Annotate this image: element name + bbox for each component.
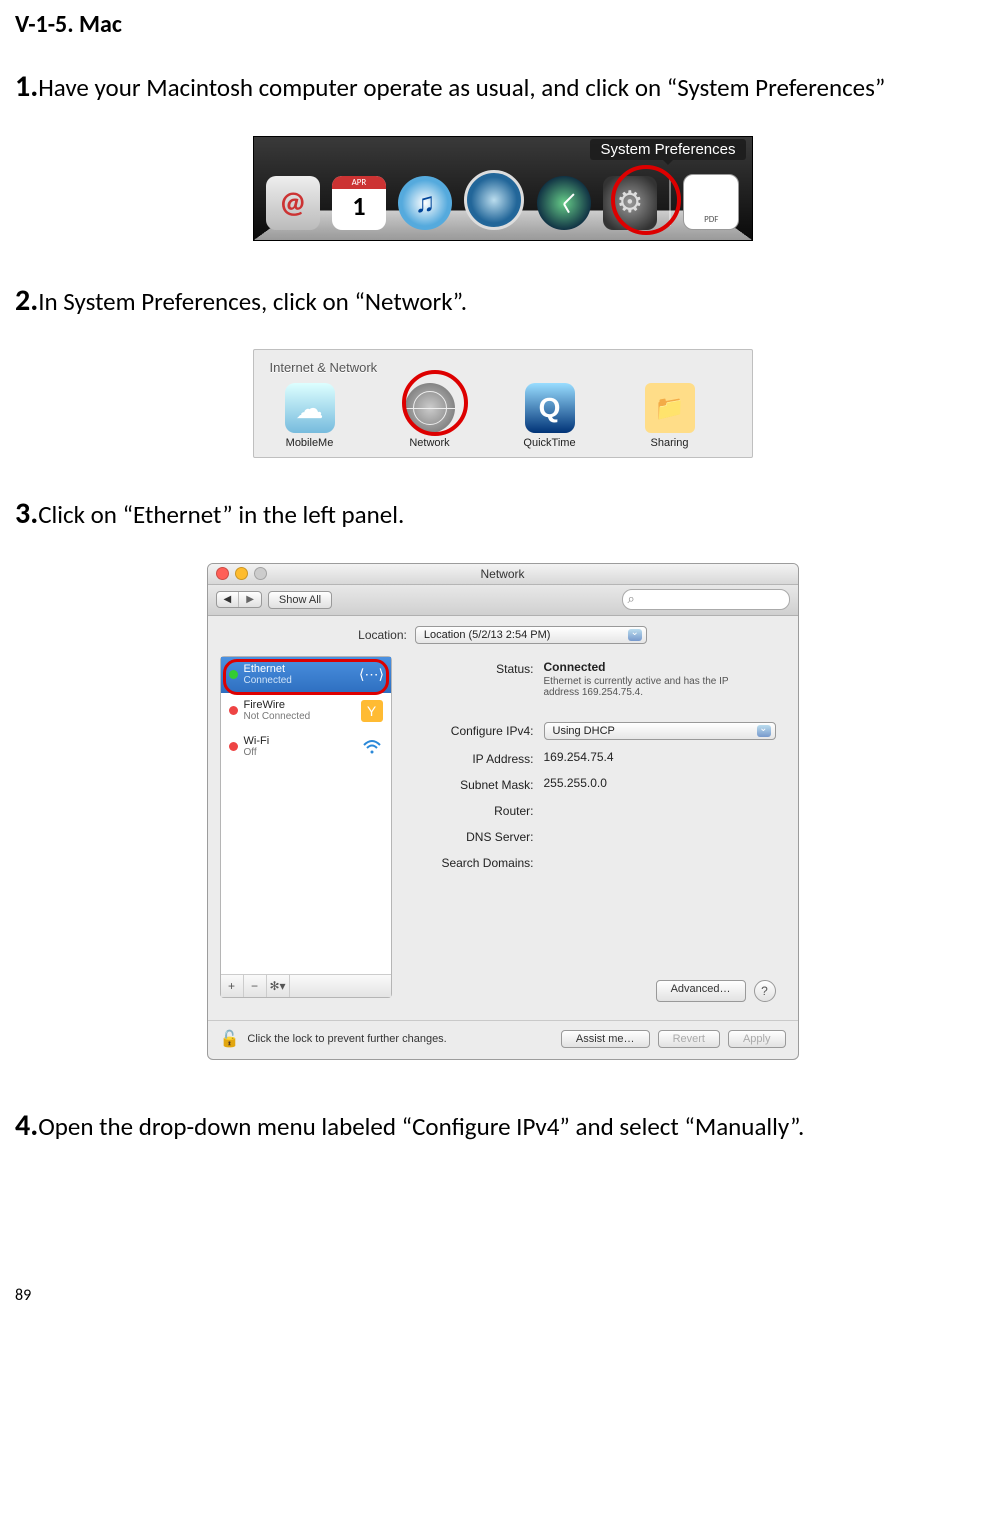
window-title: Network — [480, 567, 524, 581]
location-select[interactable]: Location (5/2/13 2:54 PM) — [415, 626, 647, 644]
step-2-text: In System Preferences, click on “Network… — [38, 286, 467, 317]
pref-quicktime[interactable]: QuickTime — [510, 383, 590, 449]
document-icon[interactable] — [683, 174, 739, 230]
mask-value: 255.255.0.0 — [544, 776, 607, 790]
pref-label: Sharing — [630, 437, 710, 449]
chevron-left-icon: ◀ — [217, 592, 240, 607]
sidebar-item-firewire[interactable]: FireWire Not Connected Y — [221, 693, 391, 729]
help-button[interactable]: ? — [754, 980, 776, 1002]
lock-icon[interactable]: 🔓 — [220, 1029, 240, 1049]
calendar-icon[interactable] — [332, 176, 386, 230]
step-2: 2.In System Preferences, click on “Netwo… — [15, 281, 990, 322]
ip-value: 169.254.75.4 — [544, 750, 614, 764]
service-options-button[interactable]: ✻▾ — [267, 975, 290, 997]
dns-label: DNS Server: — [404, 828, 534, 844]
timemachine-icon[interactable] — [537, 176, 591, 230]
highlight-ring — [611, 165, 681, 235]
sidebar-item-wifi[interactable]: Wi-Fi Off — [221, 729, 391, 765]
highlight-ring — [402, 370, 468, 436]
minimize-icon[interactable] — [235, 567, 248, 580]
advanced-button[interactable]: Advanced… — [656, 980, 746, 1002]
page-number: 89 — [15, 1286, 990, 1305]
mobileme-icon — [285, 383, 335, 433]
sidebar-action-bar: + − ✻▾ — [221, 974, 391, 997]
location-label: Location: — [358, 628, 407, 642]
service-name: Wi-Fi — [244, 735, 355, 747]
revert-button[interactable]: Revert — [658, 1030, 720, 1048]
chevron-right-icon: ▶ — [239, 592, 261, 607]
status-sub: Ethernet is currently active and has the… — [544, 676, 764, 698]
apply-button[interactable]: Apply — [728, 1030, 786, 1048]
router-label: Router: — [404, 802, 534, 818]
step-3-text: Click on “Ethernet” in the left panel. — [38, 499, 404, 530]
window-titlebar: Network — [208, 564, 798, 585]
pref-mobileme[interactable]: MobileMe — [270, 383, 350, 449]
status-label: Status: — [404, 660, 534, 676]
search-input[interactable] — [622, 589, 790, 610]
prefrow-section-label: Internet & Network — [270, 360, 736, 375]
firewire-icon: Y — [361, 700, 383, 722]
highlight-ring — [223, 659, 389, 695]
step-3-number: 3. — [15, 495, 38, 532]
close-icon[interactable] — [216, 567, 229, 580]
dock-figure: System Preferences — [253, 136, 753, 241]
dock-tooltip: System Preferences — [590, 139, 745, 160]
step-4-number: 4. — [15, 1107, 38, 1144]
pref-label: MobileMe — [270, 437, 350, 449]
step-1: 1.Have your Macintosh computer operate a… — [15, 67, 990, 108]
sharing-icon — [645, 383, 695, 433]
step-1-text: Have your Macintosh computer operate as … — [38, 72, 885, 103]
quicktime-icon — [525, 383, 575, 433]
search-label: Search Domains: — [404, 854, 534, 870]
show-all-button[interactable]: Show All — [268, 591, 332, 609]
remove-service-button[interactable]: − — [244, 975, 267, 997]
config-label: Configure IPv4: — [404, 722, 534, 738]
pref-sharing[interactable]: Sharing — [630, 383, 710, 449]
mail-icon[interactable] — [266, 176, 320, 230]
pref-label: Network — [390, 437, 470, 449]
lock-text: Click the lock to prevent further change… — [247, 1033, 446, 1045]
section-heading: V-1-5. Mac — [15, 10, 990, 39]
add-service-button[interactable]: + — [221, 975, 244, 997]
step-4: 4.Open the drop-down menu labeled “Confi… — [15, 1106, 990, 1147]
traffic-lights — [216, 567, 267, 580]
configure-ipv4-select[interactable]: Using DHCP — [544, 722, 776, 740]
service-status: Not Connected — [244, 711, 355, 723]
service-name: FireWire — [244, 699, 355, 711]
zoom-icon[interactable] — [254, 567, 267, 580]
step-4-text: Open the drop-down menu labeled “Configu… — [38, 1111, 804, 1142]
mask-label: Subnet Mask: — [404, 776, 534, 792]
itunes-icon[interactable] — [398, 176, 452, 230]
ip-label: IP Address: — [404, 750, 534, 766]
status-value: Connected — [544, 660, 606, 674]
step-2-number: 2. — [15, 282, 38, 319]
step-1-number: 1. — [15, 68, 38, 105]
services-sidebar: Ethernet Connected ⟨⋯⟩ FireWire Not Conn… — [220, 656, 392, 998]
assist-me-button[interactable]: Assist me… — [561, 1030, 650, 1048]
step-3: 3.Click on “Ethernet” in the left panel. — [15, 494, 990, 535]
safari-icon[interactable] — [464, 170, 524, 230]
pref-label: QuickTime — [510, 437, 590, 449]
service-status: Off — [244, 747, 355, 759]
window-toolbar: ◀ ▶ Show All — [208, 585, 798, 616]
status-dot-icon — [229, 706, 238, 715]
prefrow-figure: Internet & Network MobileMe Network Quic… — [253, 349, 753, 458]
network-prefpane: Network ◀ ▶ Show All Location: Location … — [207, 563, 799, 1060]
status-dot-icon — [229, 742, 238, 751]
nav-back-forward[interactable]: ◀ ▶ — [216, 591, 262, 608]
wifi-icon — [361, 736, 383, 758]
service-details: Status: Connected Ethernet is currently … — [404, 656, 786, 1002]
